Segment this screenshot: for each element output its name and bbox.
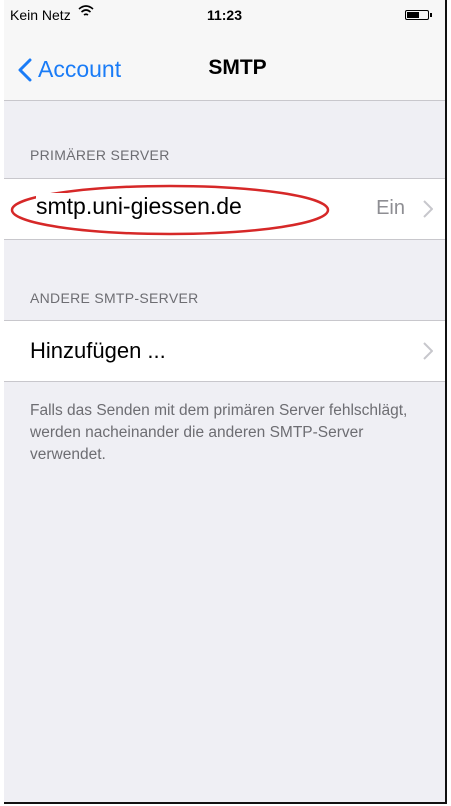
clock: 11:23 bbox=[206, 7, 243, 23]
page-title: SMTP bbox=[208, 56, 267, 79]
battery-icon bbox=[405, 10, 432, 20]
add-server-row[interactable]: Hinzufügen ... bbox=[4, 320, 445, 382]
primary-server-row[interactable]: smtp.uni-giessen.de Ein bbox=[4, 178, 445, 240]
chevron-right-icon bbox=[423, 342, 433, 360]
primary-server-name: smtp.uni-giessen.de bbox=[36, 193, 242, 220]
phone-screen: Kein Netz 11:23 Account SMTP PRIMÄRER SE… bbox=[4, 0, 447, 804]
primary-server-header: PRIMÄRER SERVER bbox=[30, 147, 170, 163]
chevron-right-icon bbox=[423, 200, 433, 218]
other-servers-header: ANDERE SMTP-SERVER bbox=[30, 290, 199, 306]
primary-server-status: Ein bbox=[376, 197, 405, 219]
navigation-bar: Account SMTP bbox=[4, 30, 445, 101]
footer-note: Falls das Senden mit dem primären Server… bbox=[30, 402, 408, 463]
status-bar: Kein Netz 11:23 bbox=[4, 0, 445, 30]
add-server-label: Hinzufügen ... bbox=[30, 338, 166, 363]
